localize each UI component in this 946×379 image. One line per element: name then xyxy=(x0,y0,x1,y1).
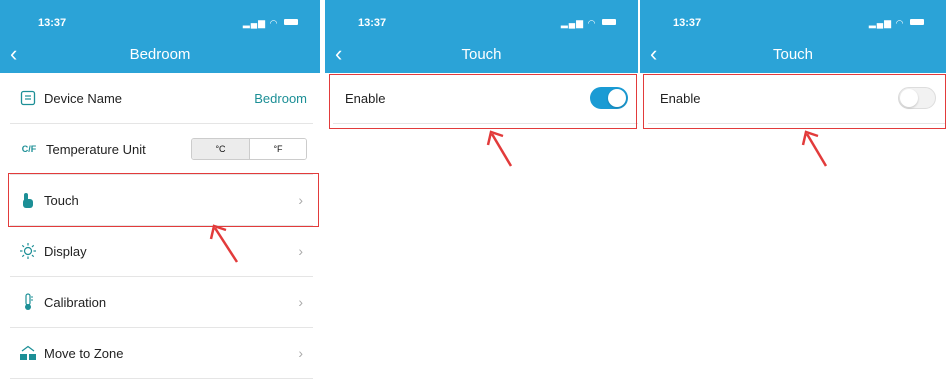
device-name-row[interactable]: Device Name Bedroom xyxy=(10,73,313,124)
wifi-icon: ◠ xyxy=(269,18,279,28)
calibration-label: Calibration xyxy=(44,294,107,310)
fahrenheit-option[interactable]: °F xyxy=(249,139,306,159)
touch-settings-enabled-screen: 13:37 ▂▄▆ ◠ ‹ Touch Enable xyxy=(325,0,638,379)
temperature-unit-label: Temperature Unit xyxy=(46,141,146,157)
chevron-right-icon: › xyxy=(298,345,303,361)
arrow-annotation-icon xyxy=(801,130,828,167)
touch-icon xyxy=(18,191,38,209)
display-label: Display xyxy=(44,243,87,259)
celsius-option[interactable]: °C xyxy=(192,139,249,159)
temperature-unit-icon: C/F xyxy=(21,144,37,154)
device-name-value: Bedroom xyxy=(254,90,307,106)
page-title: Touch xyxy=(772,46,814,63)
enable-row: Enable xyxy=(333,73,638,124)
calibration-row[interactable]: Calibration › xyxy=(10,277,313,328)
status-time: 13:37 xyxy=(38,17,67,29)
chevron-right-icon: › xyxy=(298,294,303,310)
toggle-knob xyxy=(900,89,918,107)
status-time: 13:37 xyxy=(358,17,387,29)
enable-label: Enable xyxy=(660,90,701,106)
chevron-right-icon: › xyxy=(298,192,303,208)
touch-label: Touch xyxy=(44,192,79,208)
status-icons: ▂▄▆ ◠ xyxy=(561,18,616,29)
chevron-right-icon: › xyxy=(298,243,303,259)
signal-icon: ▂▄▆ xyxy=(560,18,585,28)
page-title: Touch xyxy=(461,46,502,63)
bedroom-settings-screen: 13:37 ▂▄▆ ◠ ‹ Bedroom Device Name Bedroo… xyxy=(0,0,320,379)
enable-label: Enable xyxy=(345,90,386,106)
thermometer-icon xyxy=(18,293,38,311)
enable-row: Enable xyxy=(648,73,946,124)
list-icon xyxy=(18,90,38,106)
status-icons: ▂▄▆ ◠ xyxy=(869,18,924,29)
status-time: 13:37 xyxy=(673,17,702,29)
enable-toggle[interactable] xyxy=(898,87,936,109)
touch-row[interactable]: Touch › xyxy=(10,175,313,226)
arrow-annotation-icon xyxy=(486,130,513,167)
temperature-unit-toggle: °C °F xyxy=(191,138,307,160)
status-icons: ▂▄▆ ◠ xyxy=(243,18,298,29)
signal-icon: ▂▄▆ xyxy=(868,18,893,28)
sun-icon xyxy=(18,242,38,260)
display-row[interactable]: Display › xyxy=(10,226,313,277)
battery-icon xyxy=(284,19,298,25)
battery-icon xyxy=(910,19,924,25)
battery-icon xyxy=(602,19,616,25)
wifi-icon: ◠ xyxy=(587,18,597,28)
move-to-zone-row[interactable]: Move to Zone › xyxy=(10,328,313,379)
arrow-annotation-icon xyxy=(209,224,239,263)
signal-icon: ▂▄▆ xyxy=(242,18,267,28)
page-title: Bedroom xyxy=(129,46,191,63)
header-bar: 13:37 ▂▄▆ ◠ ‹ Bedroom xyxy=(0,0,320,73)
enable-toggle[interactable] xyxy=(590,87,628,109)
header-bar: 13:37 ▂▄▆ ◠ ‹ Touch xyxy=(640,0,946,73)
device-name-label: Device Name xyxy=(44,90,123,106)
zone-icon xyxy=(18,345,38,361)
temperature-unit-row: C/F Temperature Unit °C °F xyxy=(10,124,313,175)
touch-settings-disabled-screen: 13:37 ▂▄▆ ◠ ‹ Touch Enable xyxy=(640,0,946,379)
header-bar: 13:37 ▂▄▆ ◠ ‹ Touch xyxy=(325,0,638,73)
wifi-icon: ◠ xyxy=(895,18,905,28)
move-to-zone-label: Move to Zone xyxy=(44,345,124,361)
toggle-knob xyxy=(608,89,626,107)
